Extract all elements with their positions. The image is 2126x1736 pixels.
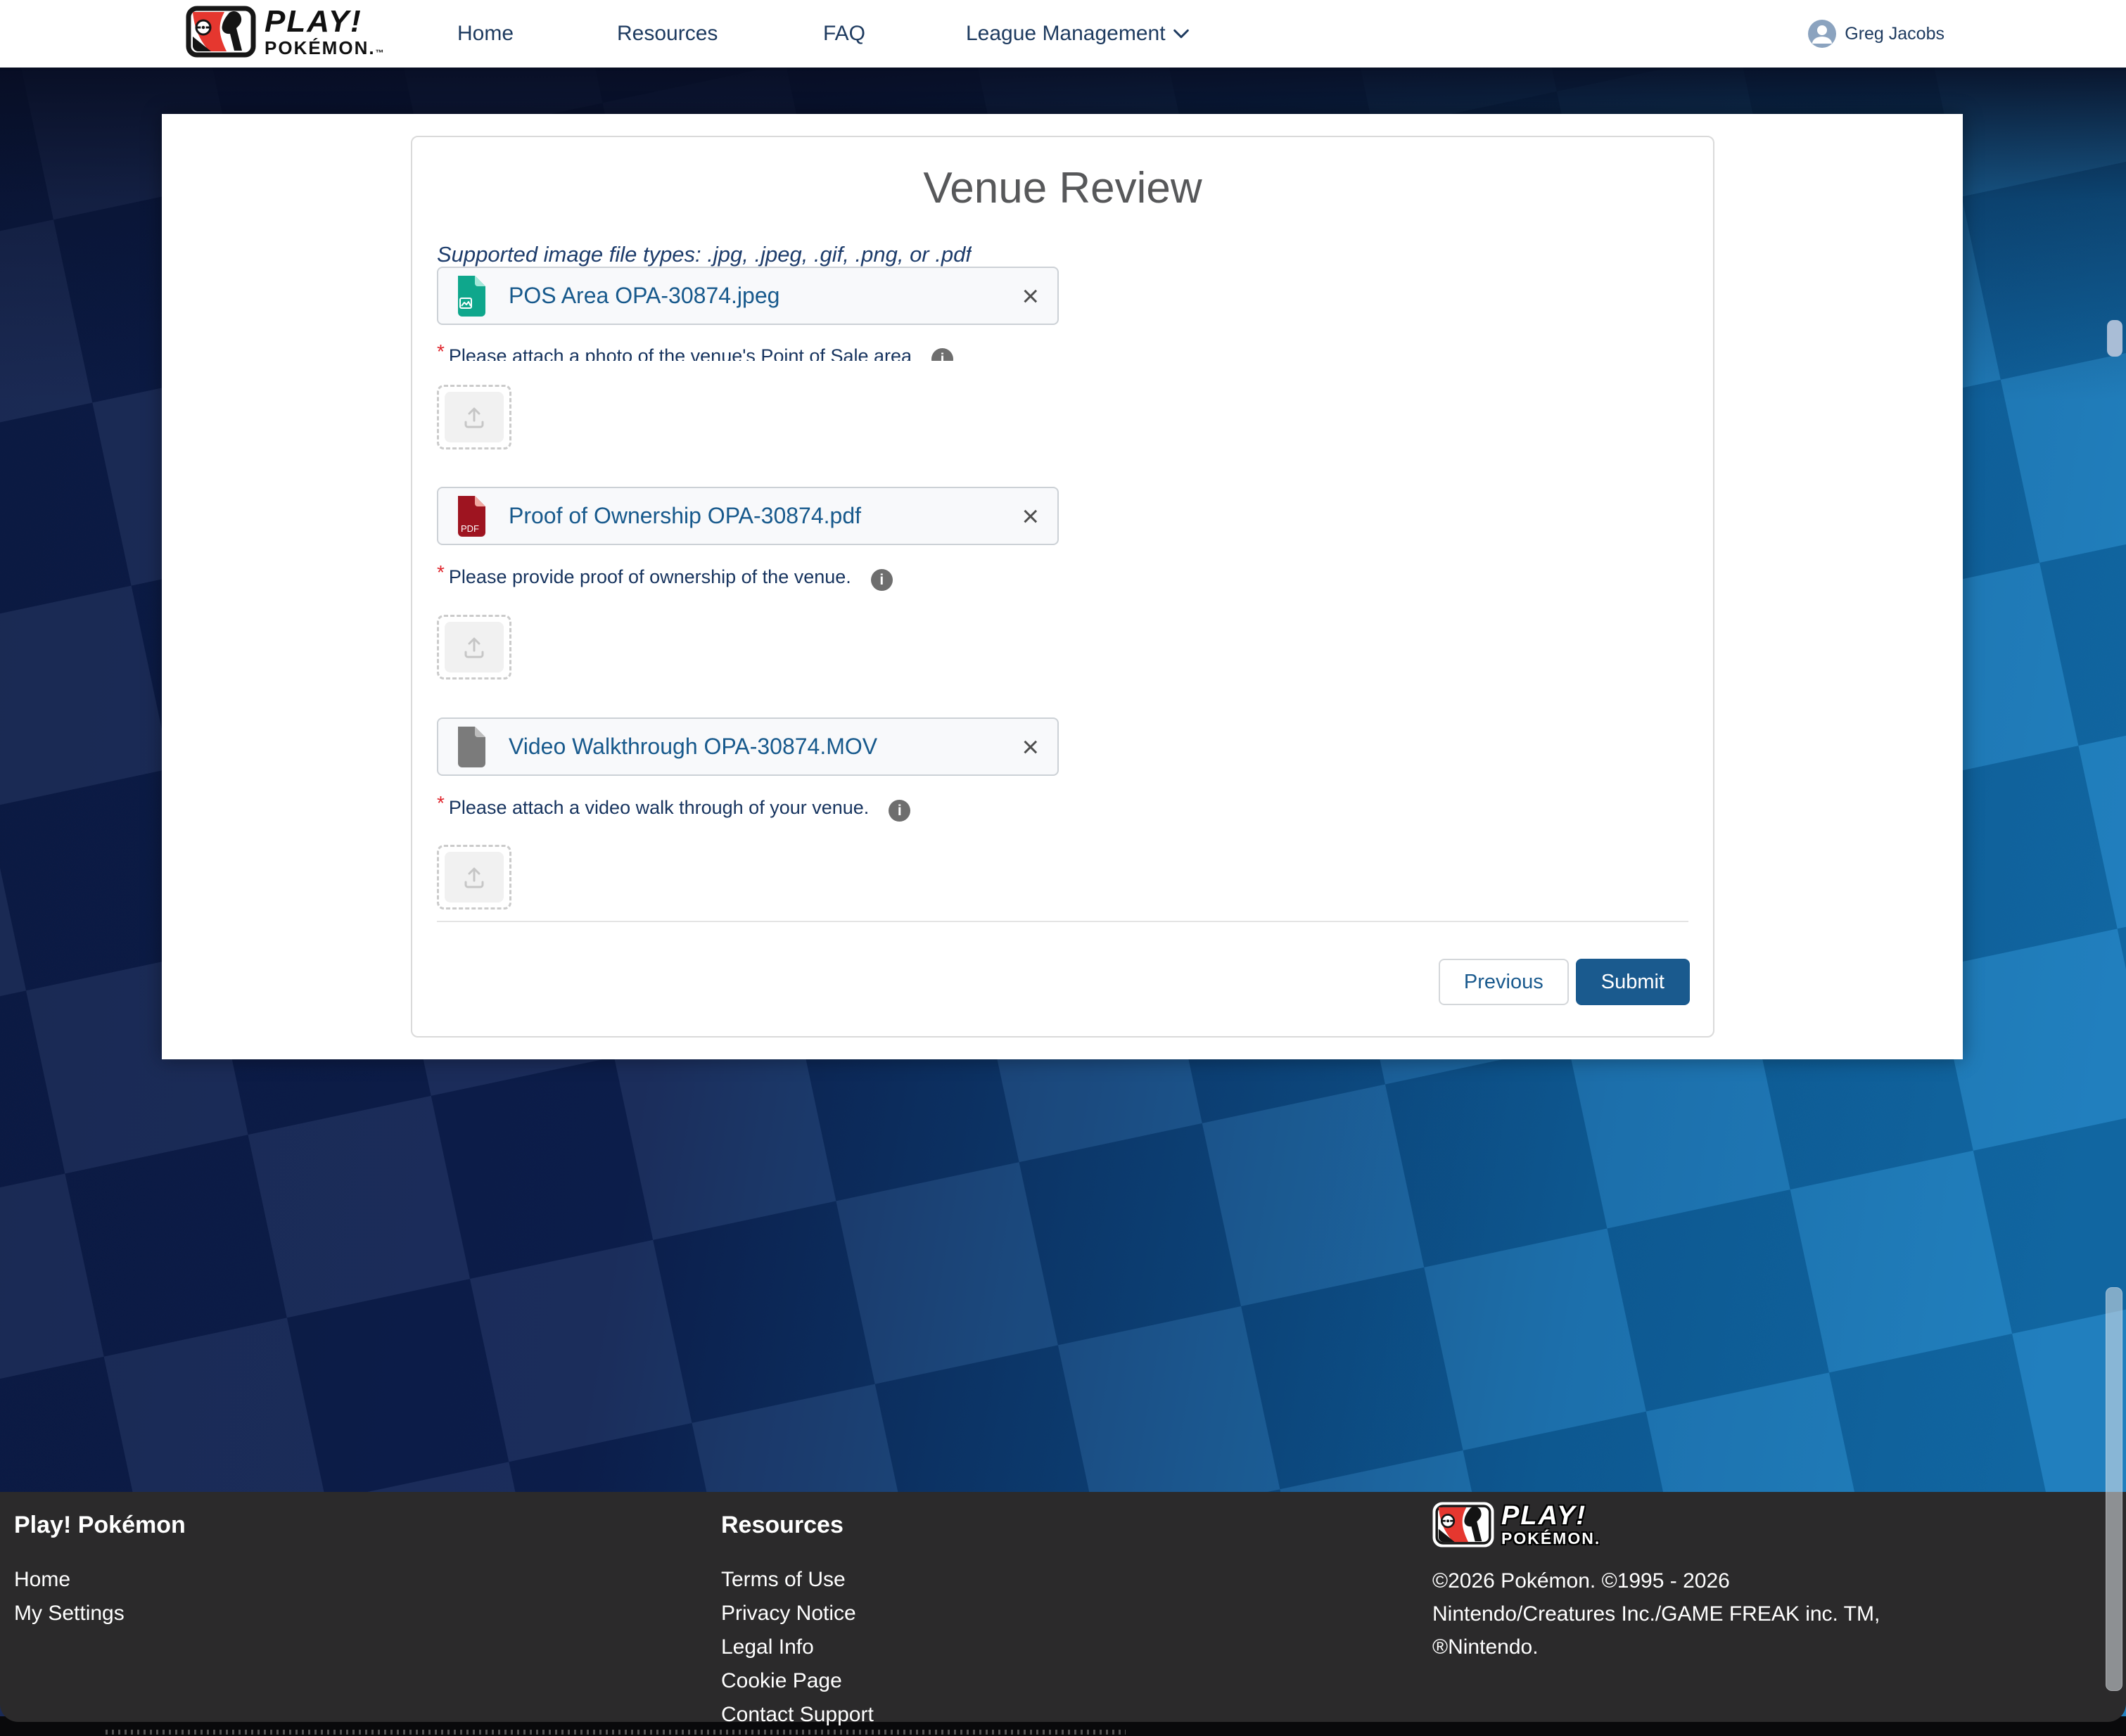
nav-faq[interactable]: FAQ [823, 0, 865, 68]
footer-link-my-settings[interactable]: My Settings [14, 1597, 186, 1630]
footer-heading-resources: Resources [721, 1512, 874, 1539]
footer-column-play-pokemon: Play! Pokémon Home My Settings [14, 1512, 186, 1630]
form-actions: Previous Submit [1439, 959, 1690, 1005]
pdf-badge: PDF [461, 523, 479, 534]
pokeball-trainer-icon [1432, 1502, 1494, 1547]
top-nav: PLAY! POKÉMON.™ Home Resources FAQ Leagu… [0, 0, 2126, 68]
user-menu[interactable]: Greg Jacobs [1808, 0, 1944, 68]
cutoff-text-sliver [106, 1730, 1126, 1735]
attachment-caption-row: *Please provide proof of ownership of th… [437, 559, 893, 591]
copyright-line: ©2026 Pokémon. ©1995 - 2026 [1432, 1564, 1880, 1597]
required-asterisk: * [437, 792, 445, 814]
nav-home[interactable]: Home [457, 0, 514, 68]
footer-link-legal-info[interactable]: Legal Info [721, 1630, 874, 1664]
footer-link-terms-of-use[interactable]: Terms of Use [721, 1563, 874, 1597]
copyright-line: Nintendo/Creatures Inc./GAME FREAK inc. … [1432, 1597, 1880, 1630]
avatar-icon [1808, 20, 1836, 48]
attachment-caption: Please attach a photo of the venue's Poi… [449, 345, 912, 361]
previous-button[interactable]: Previous [1439, 959, 1569, 1005]
upload-dropzone[interactable] [437, 845, 511, 910]
attachment-filename-link[interactable]: Video Walkthrough OPA-30874.MOV [509, 734, 1021, 760]
supported-file-types-note: Supported image file types: .jpg, .jpeg,… [437, 241, 972, 267]
attachment-row: Video Walkthrough OPA-30874.MOV × [437, 717, 1059, 776]
required-asterisk: * [437, 561, 445, 583]
page-title: Venue Review [412, 164, 1713, 213]
form-divider [437, 921, 1688, 922]
footer-column-legal: PLAY! POKÉMON. ©2026 Pokémon. ©1995 - 20… [1432, 1502, 1880, 1664]
required-asterisk: * [437, 340, 445, 361]
submit-button[interactable]: Submit [1576, 959, 1690, 1005]
pokeball-trainer-icon [186, 6, 256, 58]
attachment-row: PDF Proof of Ownership OPA-30874.pdf × [437, 487, 1059, 545]
attachment-caption-row: *Please attach a photo of the venue's Po… [437, 338, 953, 361]
footer-link-contact-support[interactable]: Contact Support [721, 1698, 874, 1732]
venue-review-card: Venue Review Supported image file types:… [411, 136, 1714, 1038]
info-icon[interactable]: i [931, 348, 953, 361]
footer-logo: PLAY! POKÉMON. [1432, 1502, 1880, 1547]
info-icon[interactable]: i [871, 569, 893, 591]
upload-dropzone-inner [445, 622, 504, 672]
info-icon[interactable]: i [889, 800, 910, 822]
footer-link-home[interactable]: Home [14, 1563, 186, 1597]
footer-link-privacy-notice[interactable]: Privacy Notice [721, 1597, 874, 1630]
content-panel: Venue Review Supported image file types:… [162, 114, 1963, 1059]
upload-icon [462, 865, 487, 889]
upload-dropzone-inner [445, 392, 504, 442]
upload-icon [462, 405, 487, 429]
footer-brand-play-text: PLAY! [1501, 1502, 1600, 1529]
brand-pokemon-word: POKÉMON. [265, 37, 376, 58]
nav-resources[interactable]: Resources [617, 0, 718, 68]
nav-league-management-label: League Management [966, 22, 1166, 46]
attachment-caption: Please provide proof of ownership of the… [449, 566, 851, 587]
brand-play-text: PLAY! [265, 6, 386, 37]
footer: Play! Pokémon Home My Settings Resources… [0, 1492, 2126, 1722]
brand-wordmark: PLAY! POKÉMON.™ [265, 6, 386, 57]
chevron-down-icon [1173, 29, 1190, 39]
trademark-symbol: ™ [376, 48, 386, 58]
remove-attachment-button[interactable]: × [1021, 502, 1039, 531]
footer-column-resources: Resources Terms of Use Privacy Notice Le… [721, 1512, 874, 1732]
image-file-icon [454, 275, 486, 317]
scrollbar-thumb-upper[interactable] [2107, 320, 2122, 357]
upload-dropzone[interactable] [437, 385, 511, 449]
scrollbar-thumb-lower[interactable] [2106, 1287, 2122, 1691]
attachment-filename-link[interactable]: POS Area OPA-30874.jpeg [509, 283, 1021, 309]
footer-brand-wordmark: PLAY! POKÉMON. [1501, 1502, 1600, 1547]
remove-attachment-button[interactable]: × [1021, 732, 1039, 762]
nav-league-management[interactable]: League Management [966, 0, 1190, 68]
footer-heading-play-pokemon: Play! Pokémon [14, 1512, 186, 1539]
attachment-row: POS Area OPA-30874.jpeg × [437, 267, 1059, 325]
attachment-filename-link[interactable]: Proof of Ownership OPA-30874.pdf [509, 503, 1021, 529]
copyright-line: ®Nintendo. [1432, 1630, 1880, 1664]
copyright-block: ©2026 Pokémon. ©1995 - 2026 Nintendo/Cre… [1432, 1564, 1880, 1664]
footer-brand-pokemon-text: POKÉMON. [1501, 1531, 1600, 1547]
brand-pokemon-text: POKÉMON.™ [265, 39, 386, 57]
upload-dropzone-inner [445, 852, 504, 902]
upload-dropzone[interactable] [437, 615, 511, 679]
attachment-caption: Please attach a video walk through of yo… [449, 797, 869, 818]
user-name: Greg Jacobs [1845, 24, 1944, 44]
play-pokemon-logo[interactable]: PLAY! POKÉMON.™ [186, 6, 386, 58]
generic-file-icon [454, 726, 486, 768]
remove-attachment-button[interactable]: × [1021, 281, 1039, 311]
footer-link-cookie-page[interactable]: Cookie Page [721, 1664, 874, 1698]
attachment-caption-row: *Please attach a video walk through of y… [437, 789, 910, 822]
pdf-file-icon: PDF [454, 495, 486, 537]
upload-icon [462, 635, 487, 659]
